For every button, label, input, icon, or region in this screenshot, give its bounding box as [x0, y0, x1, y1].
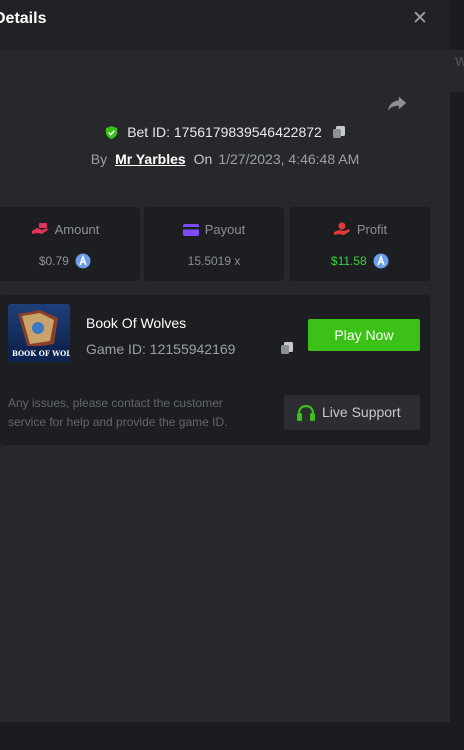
- modal-header: Details ✕: [0, 0, 450, 50]
- profit-stat-card: Profit $11.58: [290, 207, 430, 281]
- thumbnail-title: BOOK OF WOLVES: [12, 349, 70, 358]
- close-icon[interactable]: ✕: [410, 9, 430, 29]
- payout-label: Payout: [204, 222, 246, 237]
- support-info-text: Any issues, please contact the customer …: [8, 396, 228, 429]
- headset-icon: [297, 404, 315, 421]
- details-modal: Details ✕ Bet ID: 1756179839546422872 By…: [0, 0, 450, 722]
- copy-icon[interactable]: [332, 125, 346, 139]
- profit-hand-icon: [333, 222, 350, 235]
- copy-game-id-icon[interactable]: [280, 341, 294, 355]
- game-name: Book Of Wolves: [86, 315, 187, 331]
- coin-icon: [75, 253, 91, 269]
- game-thumbnail[interactable]: BOOK OF WOLVES: [8, 304, 70, 362]
- on-label: On: [193, 151, 213, 167]
- verified-shield-icon: [106, 125, 118, 139]
- amount-label: Amount: [54, 222, 100, 237]
- background-text-fragment: W: [455, 54, 464, 69]
- amount-value: $0.79: [38, 254, 69, 268]
- card-icon: [182, 224, 199, 236]
- money-hand-icon: [31, 223, 48, 234]
- bet-datetime: 1/27/2023, 4:46:48 AM: [218, 151, 360, 167]
- payout-value: 15.5019 x: [187, 253, 241, 268]
- game-card: BOOK OF WOLVES Book Of Wolves Game ID: 1…: [0, 295, 430, 445]
- modal-title: Details: [0, 10, 47, 27]
- bet-id-text: Bet ID: 1756179839546422872: [127, 124, 322, 141]
- game-id: Game ID: 12155942169: [86, 341, 236, 357]
- payout-stat-card: Payout 15.5019 x: [144, 207, 284, 281]
- live-support-label: Live Support: [322, 404, 401, 420]
- share-icon[interactable]: [386, 92, 408, 114]
- coin-icon: [373, 253, 389, 269]
- play-now-button[interactable]: Play Now: [308, 319, 420, 351]
- user-link[interactable]: Mr Yarbles: [115, 151, 186, 167]
- profit-label: Profit: [356, 222, 388, 237]
- amount-stat-card: Amount $0.79: [0, 207, 140, 281]
- live-support-button[interactable]: Live Support: [284, 395, 420, 430]
- bet-author-row: By Mr Yarbles On 1/27/2023, 4:46:48 AM: [0, 151, 450, 167]
- by-label: By: [90, 151, 108, 167]
- bet-id-row: Bet ID: 1756179839546422872: [0, 123, 450, 140]
- profit-value: $11.58: [330, 254, 367, 268]
